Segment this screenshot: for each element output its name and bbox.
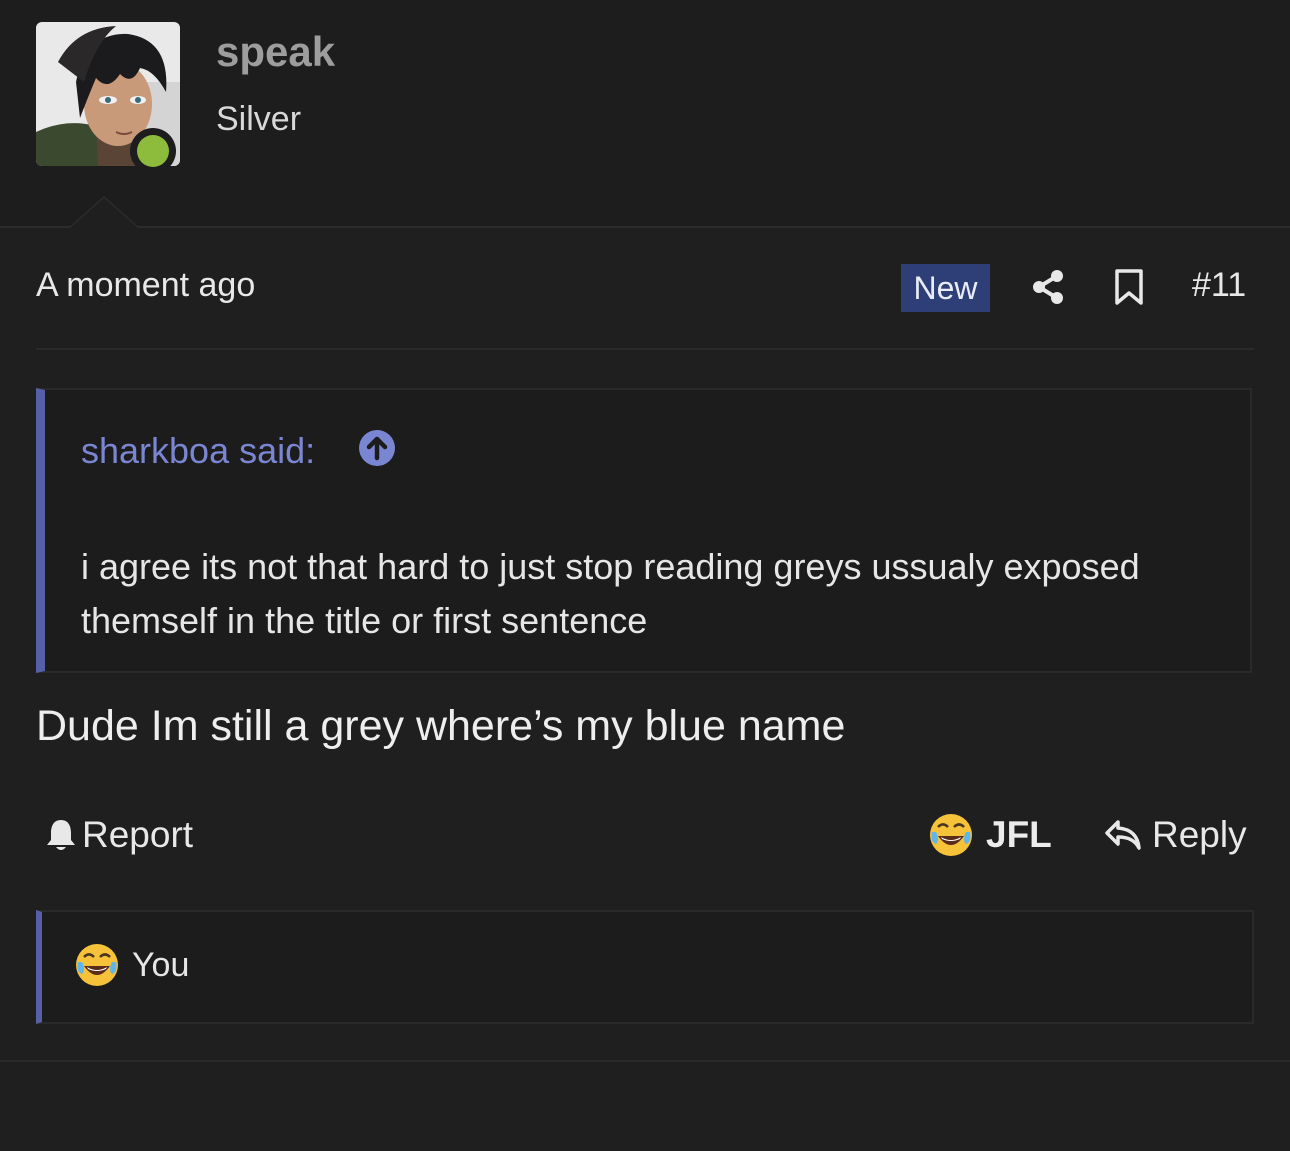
bookmark-icon[interactable]	[1113, 268, 1145, 306]
crying-laughing-emoji-icon	[930, 814, 972, 856]
bell-icon	[47, 820, 75, 850]
report-button[interactable]: Report	[44, 814, 193, 856]
quote-block: sharkboa said: i agree its not that hard…	[36, 388, 1252, 673]
meta-divider	[36, 348, 1254, 350]
quote-text: i agree its not that hard to just stop r…	[81, 546, 1140, 641]
avatar-wrap[interactable]	[36, 22, 180, 174]
header-pointer-arrow	[68, 196, 140, 228]
user-rank: Silver	[216, 100, 302, 138]
header-divider	[0, 226, 1290, 228]
arrow-up-circle-icon[interactable]	[357, 428, 397, 468]
bottom-divider	[0, 1060, 1290, 1062]
post-time[interactable]: A moment ago	[36, 266, 255, 305]
user-header: speak Silver	[0, 0, 1290, 227]
online-status-icon	[130, 128, 176, 174]
post-number-link[interactable]: #11	[1192, 266, 1246, 305]
post-body: Dude Im still a grey where’s my blue nam…	[36, 702, 846, 750]
reply-arrow-icon	[1105, 820, 1141, 850]
quote-author[interactable]: sharkboa said:	[81, 430, 315, 472]
jfl-reaction-button[interactable]: JFL	[928, 812, 1052, 858]
reply-button[interactable]: Reply	[1104, 814, 1247, 856]
share-icon[interactable]	[1029, 268, 1067, 306]
crying-laughing-emoji-icon	[76, 944, 118, 986]
new-badge: New	[901, 264, 990, 312]
reactions-bar[interactable]: You	[36, 910, 1254, 1024]
reaction-label: JFL	[986, 814, 1052, 855]
username[interactable]: speak	[216, 28, 335, 76]
reactions-users[interactable]: You	[132, 946, 189, 985]
reply-label: Reply	[1152, 814, 1247, 855]
report-label: Report	[82, 814, 194, 855]
